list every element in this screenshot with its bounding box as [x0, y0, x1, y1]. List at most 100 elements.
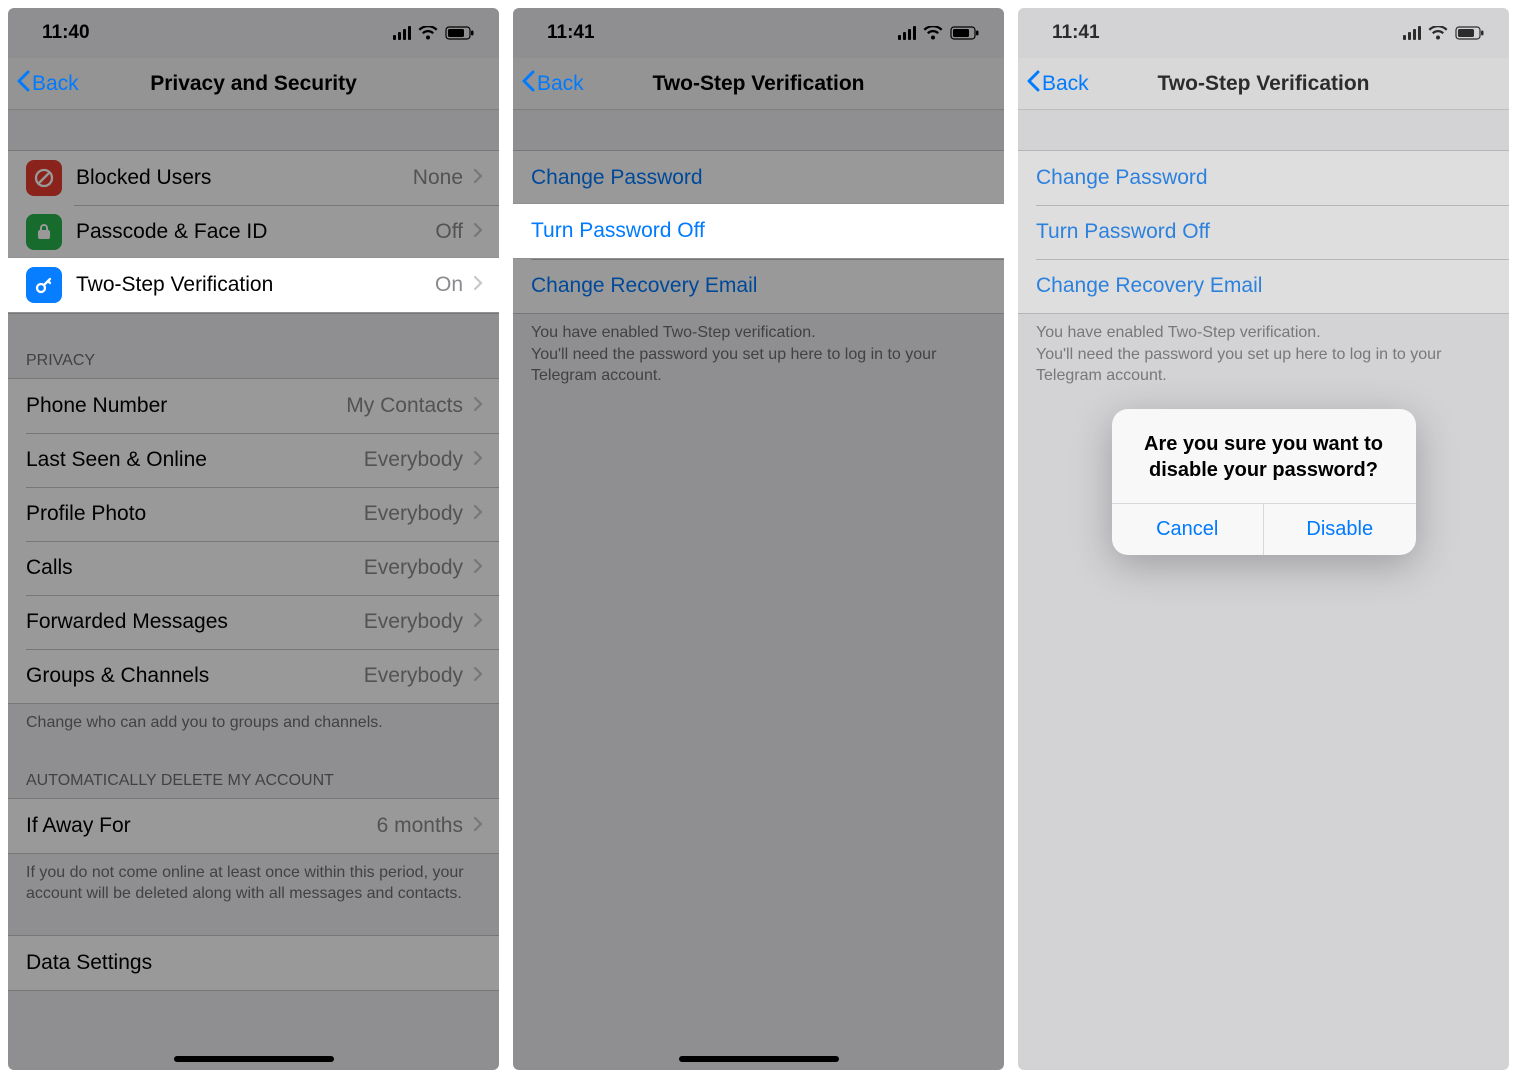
page-title: Two-Step Verification — [513, 72, 1004, 96]
chevron-left-icon — [1026, 70, 1040, 98]
group-footer: Change who can add you to groups and cha… — [8, 704, 499, 734]
groups-channels-row[interactable]: Groups & Channels Everybody — [8, 649, 499, 703]
phone-number-row[interactable]: Phone Number My Contacts — [8, 379, 499, 433]
chevron-right-icon — [473, 220, 483, 244]
chevron-left-icon — [521, 70, 535, 98]
chevron-right-icon — [473, 502, 483, 526]
change-password-row[interactable]: Change Password — [1018, 151, 1509, 205]
status-indicators — [1403, 26, 1485, 40]
wifi-icon — [923, 26, 943, 40]
cell-label: Forwarded Messages — [26, 610, 364, 634]
calls-row[interactable]: Calls Everybody — [8, 541, 499, 595]
screen-privacy-security: 11:40 Back Privacy and Security — [8, 8, 499, 1070]
back-button[interactable]: Back — [1018, 70, 1089, 98]
cell-value: On — [435, 273, 463, 297]
status-bar: 11:41 — [1018, 8, 1509, 58]
nav-bar: Back Two-Step Verification — [513, 58, 1004, 110]
group-footer: If you do not come online at least once … — [8, 854, 499, 905]
group-footer: You have enabled Two-Step verification. … — [1018, 314, 1509, 387]
change-recovery-email-row[interactable]: Change Recovery Email — [513, 259, 1004, 313]
if-away-row[interactable]: If Away For 6 months — [8, 799, 499, 853]
privacy-group: PRIVACY Phone Number My Contacts Last Se… — [8, 352, 499, 734]
back-button[interactable]: Back — [8, 70, 79, 98]
back-button[interactable]: Back — [513, 70, 584, 98]
cell-label: If Away For — [26, 814, 377, 838]
data-settings-row[interactable]: Data Settings — [8, 936, 499, 990]
turn-password-off-row[interactable]: Turn Password Off — [1018, 205, 1509, 259]
cell-label: Phone Number — [26, 394, 346, 418]
battery-icon — [950, 26, 980, 40]
group-header: AUTOMATICALLY DELETE MY ACCOUNT — [8, 772, 499, 798]
cell-label: Turn Password Off — [531, 219, 988, 243]
screen-two-step: 11:41 Back Two-Step Verification Change … — [513, 8, 1004, 1070]
chevron-right-icon — [473, 166, 483, 190]
cell-label: Groups & Channels — [26, 664, 364, 688]
chevron-right-icon — [473, 814, 483, 838]
chevron-right-icon — [473, 394, 483, 418]
cell-label: Change Recovery Email — [531, 274, 988, 298]
cell-label: Two-Step Verification — [76, 273, 435, 297]
two-step-options: Change Password Turn Password Off Change… — [1018, 150, 1509, 387]
passcode-row[interactable]: Passcode & Face ID Off — [8, 205, 499, 259]
two-step-row-highlight[interactable]: Two-Step Verification On — [8, 258, 499, 312]
status-time: 11:41 — [547, 22, 595, 44]
cell-value: None — [413, 166, 463, 190]
chevron-right-icon — [473, 664, 483, 688]
wifi-icon — [1428, 26, 1448, 40]
status-bar: 11:40 — [8, 8, 499, 58]
alert-disable-button[interactable]: Disable — [1263, 504, 1416, 555]
cell-value: Everybody — [364, 448, 463, 472]
home-indicator — [679, 1056, 839, 1062]
cell-value: Everybody — [364, 556, 463, 580]
blocked-icon — [26, 160, 62, 196]
group-header: PRIVACY — [8, 352, 499, 378]
alert-cancel-button[interactable]: Cancel — [1112, 504, 1264, 555]
cellular-icon — [1403, 26, 1421, 40]
page-title: Two-Step Verification — [1018, 72, 1509, 96]
group-footer: You have enabled Two-Step verification. … — [513, 314, 1004, 387]
cell-label: Change Password — [531, 166, 988, 190]
page-title: Privacy and Security — [8, 72, 499, 96]
cell-value: My Contacts — [346, 394, 463, 418]
forwarded-messages-row[interactable]: Forwarded Messages Everybody — [8, 595, 499, 649]
cell-value: Everybody — [364, 664, 463, 688]
chevron-left-icon — [16, 70, 30, 98]
cell-label: Passcode & Face ID — [76, 220, 435, 244]
screen-disable-alert: 11:41 Back Two-Step Verification Change … — [1018, 8, 1509, 1070]
cell-value: Everybody — [364, 502, 463, 526]
status-bar: 11:41 — [513, 8, 1004, 58]
back-label: Back — [32, 72, 79, 96]
cell-label: Profile Photo — [26, 502, 364, 526]
change-password-row[interactable]: Change Password — [513, 151, 1004, 205]
cell-value: 6 months — [377, 814, 463, 838]
data-settings-group: Data Settings — [8, 935, 499, 991]
alert-title: Are you sure you want to disable your pa… — [1112, 409, 1416, 503]
turn-password-off-highlight[interactable]: Turn Password Off — [513, 204, 1004, 258]
home-indicator — [174, 1056, 334, 1062]
nav-bar: Back Privacy and Security — [8, 58, 499, 110]
chevron-right-icon — [473, 273, 483, 297]
chevron-right-icon — [473, 610, 483, 634]
back-label: Back — [537, 72, 584, 96]
cell-label: Turn Password Off — [1036, 220, 1493, 244]
chevron-right-icon — [473, 448, 483, 472]
lock-icon — [26, 214, 62, 250]
cell-label: Blocked Users — [76, 166, 413, 190]
cell-label: Change Password — [1036, 166, 1493, 190]
status-indicators — [393, 26, 475, 40]
blocked-users-row[interactable]: Blocked Users None — [8, 151, 499, 205]
cell-label: Data Settings — [26, 951, 483, 975]
battery-icon — [1455, 26, 1485, 40]
cell-label: Change Recovery Email — [1036, 274, 1493, 298]
two-step-options: Change Password Turn Password Off Change… — [513, 150, 1004, 387]
status-indicators — [898, 26, 980, 40]
status-time: 11:40 — [42, 22, 90, 44]
chevron-right-icon — [473, 556, 483, 580]
battery-icon — [445, 26, 475, 40]
profile-photo-row[interactable]: Profile Photo Everybody — [8, 487, 499, 541]
last-seen-row[interactable]: Last Seen & Online Everybody — [8, 433, 499, 487]
change-recovery-email-row[interactable]: Change Recovery Email — [1018, 259, 1509, 313]
auto-delete-group: AUTOMATICALLY DELETE MY ACCOUNT If Away … — [8, 772, 499, 905]
cellular-icon — [393, 26, 411, 40]
status-time: 11:41 — [1052, 22, 1100, 44]
